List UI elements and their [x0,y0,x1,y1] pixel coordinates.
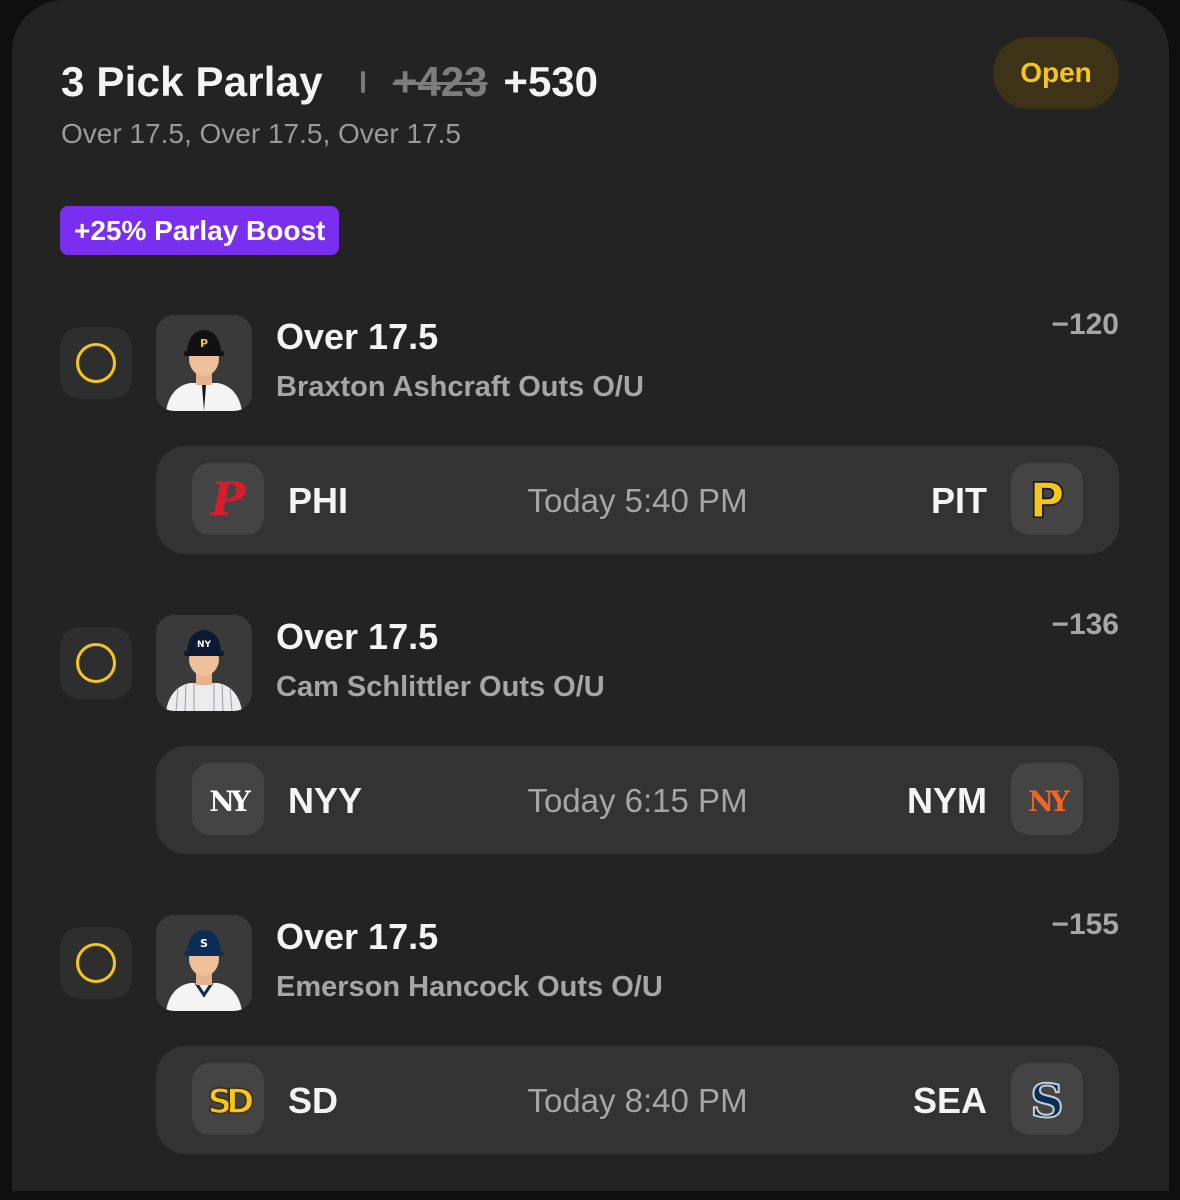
pick-market: Emerson Hancock Outs O/U [276,971,663,1003]
mets-logo: NY [1011,763,1083,835]
pirates-player-headshot: P [156,315,252,411]
pick-selection: Over 17.5 [276,916,439,957]
home-team-abbr: SEA [912,1080,987,1121]
mariners-logo: S [1011,1063,1083,1135]
pick-market: Braxton Ashcraft Outs O/U [276,371,644,403]
title-divider [360,71,365,93]
status-badge: Open [993,37,1119,109]
pirates-logo: P [1011,463,1083,535]
home-team-abbr: PIT [930,480,987,521]
leg-status-icon [60,927,132,999]
svg-text:S: S [1030,1074,1063,1128]
parlay-leg[interactable]: P Over 17.5 Braxton Ashcraft Outs O/U −1… [12,300,1169,600]
game-bar[interactable]: NY NYY Today 6:15 PM NYM NY [156,746,1119,854]
mariners-player-headshot: S [156,915,252,1011]
leg-status-icon [60,327,132,399]
original-odds: +423 [392,58,488,105]
svg-text:NY: NY [197,640,212,650]
pick-odds: −155 [1051,908,1119,941]
game-bar[interactable]: SD SD Today 8:40 PM SEA S [156,1046,1119,1154]
svg-text:S: S [200,937,208,950]
player-avatar: S [156,915,252,1011]
parlay-title: 3 Pick Parlay [61,58,323,105]
svg-text:P: P [200,337,208,350]
parlay-header: 3 Pick Parlay +423 +530 [61,58,598,106]
game-bar[interactable]: P PHI Today 5:40 PM PIT P [156,446,1119,554]
pick-odds: −120 [1051,308,1119,341]
parlay-summary: Over 17.5, Over 17.5, Over 17.5 [61,118,461,149]
pick-selection: Over 17.5 [276,616,439,657]
svg-text:P: P [1029,473,1064,529]
player-avatar: NY [156,615,252,711]
home-team-abbr: NYM [907,780,987,821]
boosted-odds: +530 [503,58,599,105]
svg-text:NY: NY [1028,785,1071,818]
pick-market: Cam Schlittler Outs O/U [276,671,605,703]
parlay-card[interactable]: 3 Pick Parlay +423 +530 Over 17.5, Over … [12,0,1169,1191]
parlay-leg[interactable]: NY Over 17.5 Cam Schlittler Outs O/U −13… [12,600,1169,900]
pick-odds: −136 [1051,608,1119,641]
parlay-boost-badge: +25% Parlay Boost [60,206,340,255]
yankees-player-headshot: NY [156,615,252,711]
parlay-leg[interactable]: S Over 17.5 Emerson Hancock Outs O/U −15… [12,900,1169,1200]
pick-selection: Over 17.5 [276,316,439,357]
player-avatar: P [156,315,252,411]
leg-status-icon [60,627,132,699]
